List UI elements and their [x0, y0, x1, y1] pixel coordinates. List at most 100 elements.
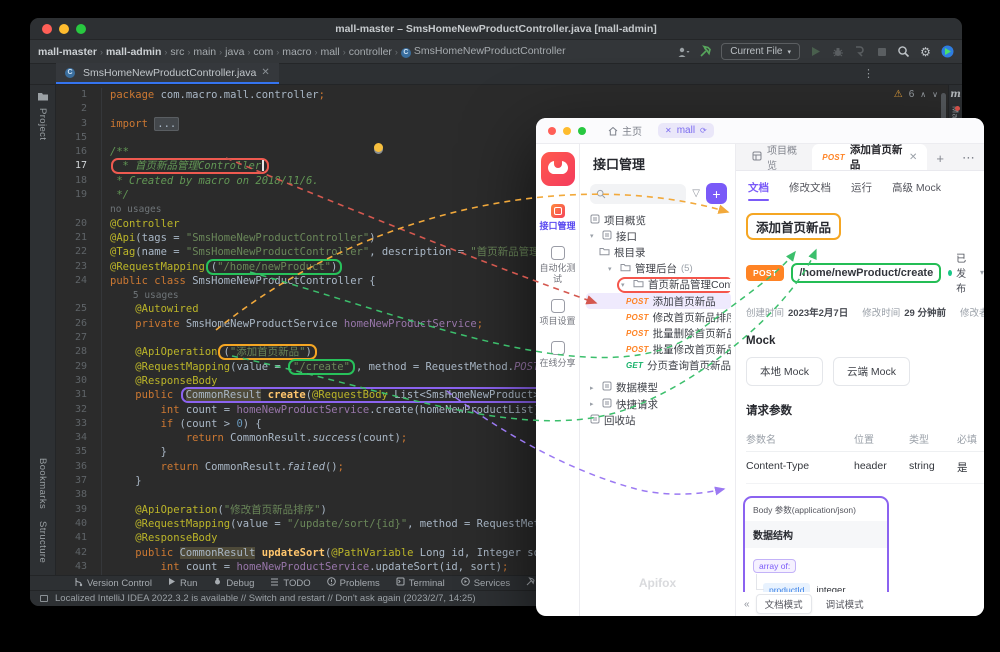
publish-status[interactable]: 已发布 ▾: [948, 250, 984, 295]
project-tab-chip[interactable]: ✕ mall ⟳: [658, 123, 714, 138]
run-button[interactable]: [809, 45, 822, 58]
user-profile-icon[interactable]: [677, 45, 690, 58]
tree-item-label: 回收站: [604, 414, 636, 427]
breadcrumb-item[interactable]: mall-admin: [106, 46, 161, 58]
tree-caret-icon[interactable]: ▸: [590, 384, 598, 392]
refresh-icon[interactable]: ⟳: [700, 126, 707, 135]
breadcrumb-item[interactable]: src: [170, 46, 184, 58]
rail-item-自动化测试[interactable]: 自动化测试: [537, 246, 579, 284]
tool-stripe-project[interactable]: Project: [37, 108, 48, 140]
tree-item[interactable]: 项目概览: [586, 212, 731, 228]
mock-button-本地 Mock[interactable]: 本地 Mock: [746, 357, 824, 386]
tree-item[interactable]: 回收站: [586, 412, 731, 428]
tree-item[interactable]: POST 添加首页新品: [586, 292, 731, 310]
zoom-window-button[interactable]: [76, 23, 86, 34]
inspections-widget[interactable]: ⚠ 6 ∧ ∨: [894, 89, 938, 100]
breadcrumb-item[interactable]: java: [225, 46, 244, 58]
doc-view-tab-文档[interactable]: 文档: [748, 180, 769, 201]
add-api-button[interactable]: +: [706, 183, 727, 204]
doc-view-tab-修改文档[interactable]: 修改文档: [789, 180, 831, 195]
home-button[interactable]: 主页: [608, 123, 642, 138]
tool-stripe-structure[interactable]: Structure: [37, 521, 48, 563]
tree-item[interactable]: POST批量修改首页新品状态: [586, 342, 731, 358]
breadcrumb-item[interactable]: mall-master: [38, 46, 97, 58]
close-window-button[interactable]: [548, 126, 556, 135]
stop-button[interactable]: [875, 45, 888, 58]
next-warning-icon[interactable]: ∨: [932, 90, 938, 99]
breadcrumb[interactable]: mall-master › mall-admin › src › main › java › com…: [38, 45, 566, 58]
build-hammer-icon[interactable]: [699, 45, 712, 58]
tree-item[interactable]: ▾ 管理后台 (5): [586, 261, 731, 277]
usages-inlay[interactable]: 5 usages: [110, 290, 179, 301]
ide-plugin-icon[interactable]: [941, 45, 954, 58]
settings-gear-icon[interactable]: ⚙: [919, 45, 932, 59]
breadcrumb-class[interactable]: C SmsHomeNewProductController: [400, 45, 566, 58]
tab-more-icon[interactable]: ⋯: [953, 146, 984, 170]
mock-button-云端 Mock[interactable]: 云端 Mock: [833, 357, 911, 386]
breadcrumb-item[interactable]: controller: [349, 46, 392, 58]
tree-caret-icon[interactable]: ▾: [621, 281, 629, 289]
tree-caret-icon[interactable]: ▸: [590, 400, 598, 408]
collapse-icon[interactable]: «: [744, 599, 750, 610]
toolwindow-button-terminal[interactable]: Terminal: [396, 577, 445, 589]
doc-tab-项目概览[interactable]: 项目概览: [742, 144, 812, 172]
project-folder-icon[interactable]: [37, 91, 49, 102]
rail-item-接口管理[interactable]: 接口管理: [537, 204, 579, 231]
doc-view-tab-高级 Mock[interactable]: 高级 Mock: [892, 180, 941, 195]
footer-tab-调试模式[interactable]: 调试模式: [818, 595, 872, 613]
run-configuration-select[interactable]: Current File ▾: [721, 43, 800, 60]
toolwindow-button-debug[interactable]: Debug: [213, 577, 254, 589]
tree-item[interactable]: 根目录: [586, 244, 731, 260]
rail-item-项目设置[interactable]: 项目设置: [537, 299, 579, 326]
event-log-icon[interactable]: [40, 595, 48, 602]
close-tab-icon[interactable]: ✕: [909, 152, 917, 163]
breadcrumb-item[interactable]: main: [193, 46, 216, 58]
toolwindow-button-version-control[interactable]: Version Control: [74, 577, 152, 590]
tree-item[interactable]: ▸ 快捷请求: [586, 396, 731, 412]
todo-icon: [270, 578, 279, 589]
close-icon[interactable]: ✕: [665, 126, 672, 135]
window-controls[interactable]: [42, 23, 86, 34]
editor-tab[interactable]: C SmsHomeNewProductController.java ✕: [56, 63, 279, 84]
search-everywhere-icon[interactable]: [897, 45, 910, 58]
doc-tab-添加首页新品[interactable]: POST 添加首页新品 ✕: [812, 144, 928, 171]
zoom-window-button[interactable]: [578, 126, 586, 135]
breadcrumb-item[interactable]: com: [253, 46, 273, 58]
footer-tab-文档模式[interactable]: 文档模式: [755, 594, 812, 614]
left-tool-stripe: Project Bookmarks Structure: [30, 85, 56, 575]
close-window-button[interactable]: [42, 23, 52, 34]
rail-item-在线分享[interactable]: 在线分享: [537, 341, 579, 368]
tree-item[interactable]: ▾首页新品管理Controller(5): [586, 276, 731, 293]
toolwindow-button-todo[interactable]: TODO: [270, 578, 311, 589]
prev-warning-icon[interactable]: ∧: [920, 90, 926, 99]
debug-button[interactable]: [831, 45, 844, 58]
apifox-window-controls[interactable]: [548, 126, 586, 135]
doc-view-tab-运行[interactable]: 运行: [851, 180, 872, 195]
tree-item[interactable]: ▸ 数据模型: [586, 380, 731, 396]
coverage-button[interactable]: [853, 45, 866, 58]
tree-item[interactable]: ▾ 接口: [586, 228, 731, 244]
params-heading: 请求参数: [746, 405, 792, 417]
intention-bulb-icon[interactable]: [374, 143, 383, 152]
toolwindow-button-problems[interactable]: Problems: [326, 577, 380, 589]
new-tab-button[interactable]: +: [927, 146, 953, 170]
tree-item[interactable]: POST 批量删除首页新品: [586, 325, 731, 341]
maven-icon[interactable]: m: [950, 89, 961, 100]
tree-item[interactable]: POST 修改首页新品排序: [586, 309, 731, 325]
breadcrumb-item[interactable]: macro: [282, 46, 311, 58]
tool-stripe-bookmarks[interactable]: Bookmarks: [37, 458, 48, 509]
tree-item[interactable]: GET 分页查询首页新品: [586, 358, 731, 374]
usages-inlay[interactable]: no usages: [110, 204, 161, 215]
minimize-window-button[interactable]: [59, 23, 69, 34]
toolwindow-button-run[interactable]: Run: [168, 577, 197, 589]
toolwindow-button-services[interactable]: Services: [460, 577, 510, 589]
close-tab-icon[interactable]: ✕: [261, 67, 269, 78]
status-message[interactable]: Localized IntelliJ IDEA 2022.3.2 is avai…: [55, 593, 476, 604]
tree-caret-icon[interactable]: ▾: [590, 232, 598, 240]
filter-icon[interactable]: ▽: [692, 188, 700, 199]
search-input[interactable]: [590, 183, 687, 204]
breadcrumb-item[interactable]: mall: [320, 46, 339, 58]
minimize-window-button[interactable]: [563, 126, 571, 135]
tab-options-icon[interactable]: ⋮: [863, 67, 874, 80]
tree-caret-icon[interactable]: ▾: [608, 265, 616, 273]
